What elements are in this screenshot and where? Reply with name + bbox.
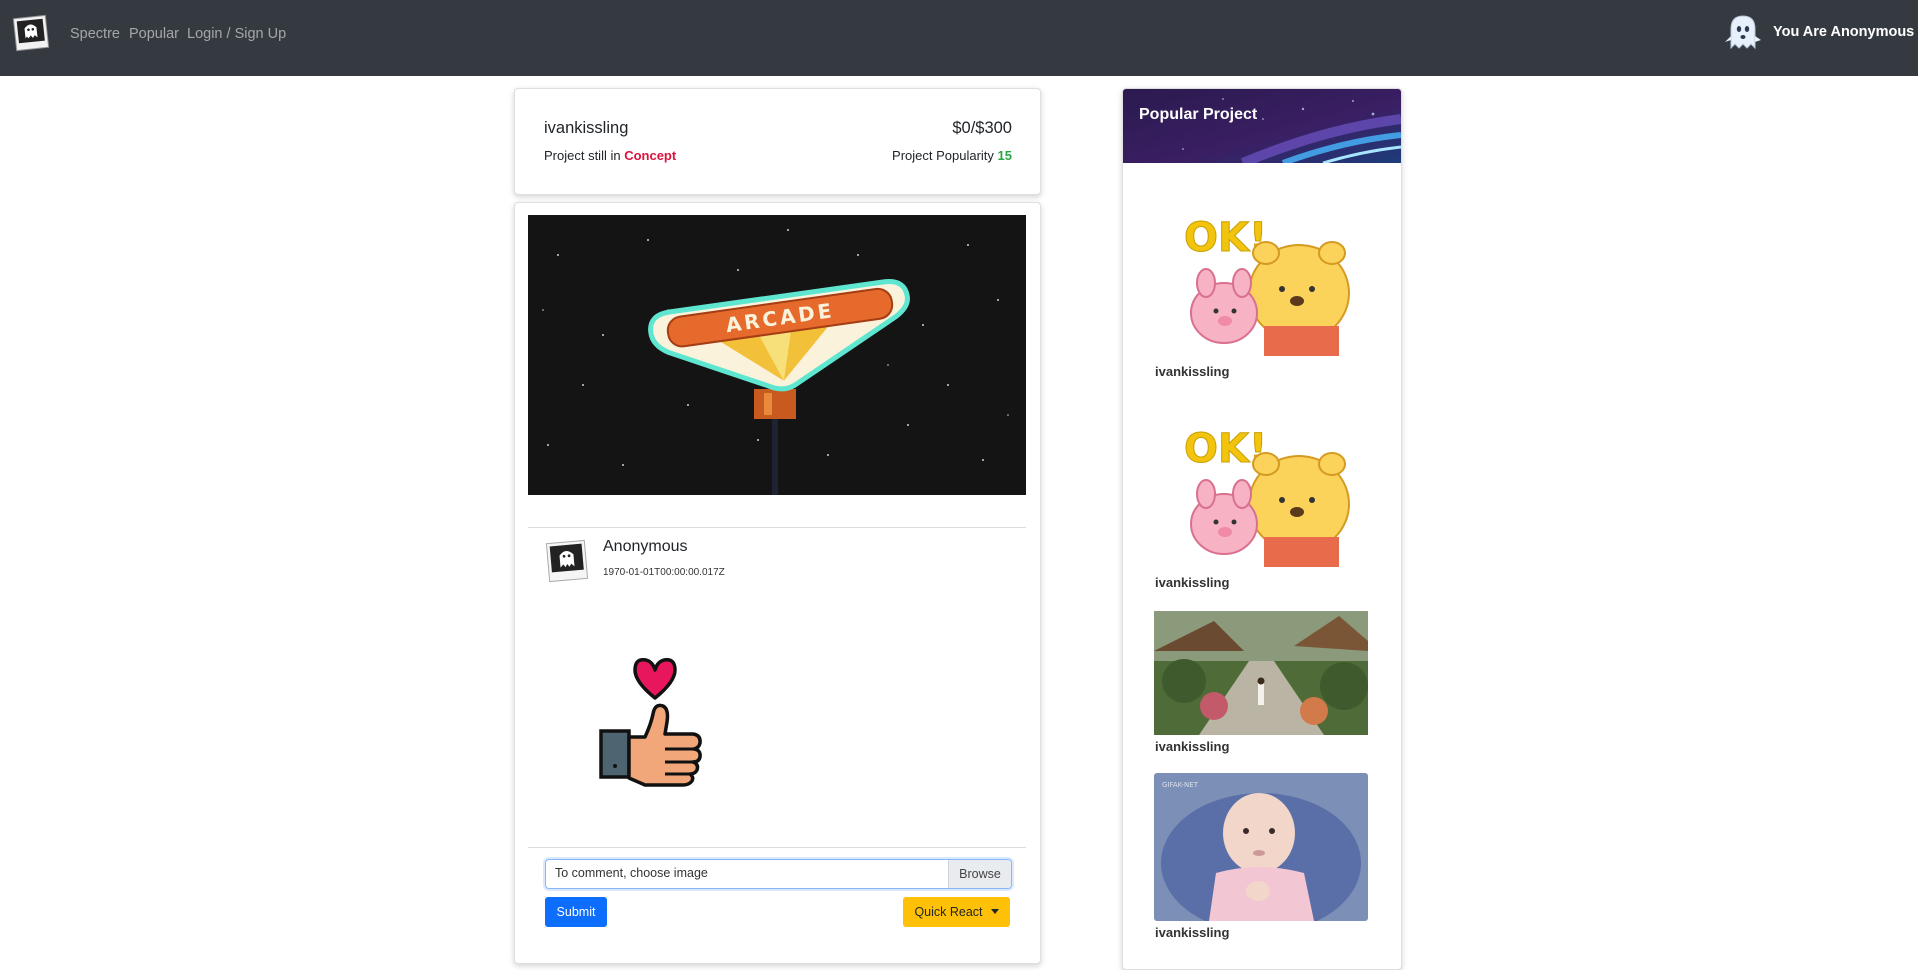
- heart-thumbs-up-icon: [599, 658, 702, 787]
- baby-photo[interactable]: GIFAK-NET: [1154, 773, 1368, 921]
- quick-react-dropdown-button[interactable]: Quick React: [903, 897, 1010, 927]
- comment-divider-top: [528, 527, 1026, 528]
- project-popularity: Project Popularity 15: [892, 148, 1012, 163]
- comment-divider-bottom: [528, 847, 1026, 848]
- caret-down-icon: [990, 909, 999, 914]
- arcade-sign-image: ARCADE: [528, 215, 1026, 495]
- project-stage-value: Concept: [624, 148, 677, 163]
- project-summary-card: ivankissling $0/$300 Project still in Co…: [514, 88, 1041, 195]
- ghost-avatar-icon: [1725, 15, 1761, 50]
- galaxy-banner-image: [1123, 89, 1401, 163]
- project-detail-card: ARCADE Anonymous 1970-01-01T00:00:00.017…: [514, 202, 1041, 964]
- browse-button[interactable]: Browse: [948, 860, 1011, 888]
- project-stage: Project still in Concept: [544, 148, 676, 163]
- nav-link-popular[interactable]: Popular: [129, 26, 179, 42]
- svg-text:GIFAK-NET: GIFAK-NET: [1162, 781, 1199, 789]
- nav-link-login-signup[interactable]: Login / Sign Up: [187, 26, 286, 42]
- popular-project-author[interactable]: ivankissling: [1155, 925, 1229, 940]
- current-user-label[interactable]: You Are Anonymous: [1773, 24, 1914, 40]
- popular-project-author[interactable]: ivankissling: [1155, 739, 1229, 754]
- submit-button[interactable]: Submit: [545, 897, 607, 927]
- project-popularity-value: 15: [997, 148, 1012, 163]
- file-input-placeholder: To comment, choose image: [555, 866, 708, 880]
- project-popularity-prefix: Project Popularity: [892, 148, 998, 163]
- ok-bears-icon[interactable]: OK!: [1154, 412, 1354, 567]
- popular-banner: Popular Project: [1123, 89, 1401, 163]
- popular-project-author[interactable]: ivankissling: [1155, 575, 1229, 590]
- project-funding: $0/$300: [952, 119, 1012, 137]
- popular-project-author[interactable]: ivankissling: [1155, 364, 1229, 379]
- nav-link-spectre[interactable]: Spectre: [70, 26, 120, 42]
- popular-project-title: Popular Project: [1139, 106, 1258, 123]
- ok-bears-icon[interactable]: OK!: [1154, 201, 1354, 356]
- commenter-avatar-icon: [545, 539, 589, 583]
- ghost-logo-icon[interactable]: [12, 14, 50, 52]
- project-creator: ivankissling: [544, 119, 629, 137]
- garden-path-photo[interactable]: [1154, 611, 1368, 735]
- comment-image-file-input[interactable]: To comment, choose image Browse: [545, 859, 1012, 889]
- comment-timestamp: 1970-01-01T00:00:00.017Z: [603, 567, 725, 578]
- project-hero-image: ARCADE: [528, 215, 1026, 495]
- navbar: Spectre Popular Login / Sign Up You Are …: [0, 0, 1918, 76]
- project-stage-prefix: Project still in: [544, 148, 625, 163]
- popular-projects-card: Popular Project OK! ivankissling OK! iva…: [1122, 88, 1402, 970]
- quick-react-label: Quick React: [914, 905, 983, 919]
- comment-author: Anonymous: [603, 538, 688, 555]
